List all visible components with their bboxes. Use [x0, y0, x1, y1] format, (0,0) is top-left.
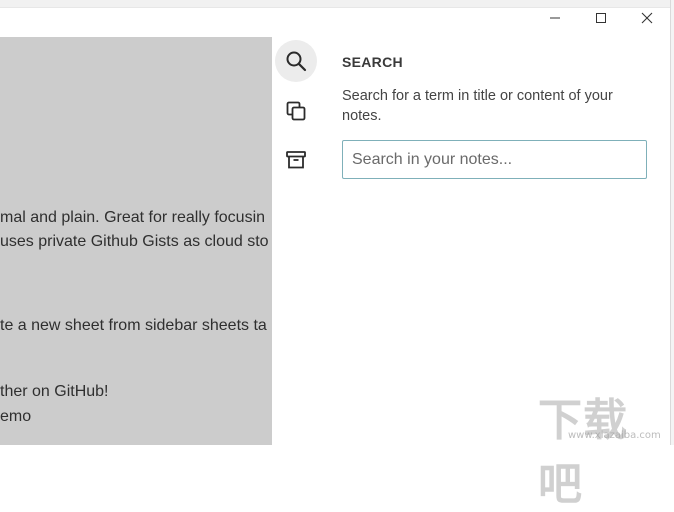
- editor-line: mal and plain. Great for really focusin: [0, 209, 266, 226]
- maximize-icon: [596, 13, 606, 23]
- title-bar: [0, 0, 674, 37]
- close-button[interactable]: [624, 6, 670, 30]
- copy-icon: [286, 101, 306, 121]
- archive-icon: [286, 151, 306, 169]
- sidebar-item-archive[interactable]: [275, 139, 317, 181]
- window-right-border: [670, 0, 674, 445]
- sidebar-item-sheets[interactable]: [275, 90, 317, 132]
- editor-line: te a new sheet from sidebar sheets ta: [0, 317, 267, 334]
- watermark-url: www.xiazaiba.com: [568, 430, 661, 441]
- note-editor[interactable]: mal and plain. Great for really focusin …: [0, 37, 272, 445]
- minimize-icon: [550, 17, 560, 19]
- search-input[interactable]: [342, 140, 647, 179]
- search-icon: [286, 51, 307, 72]
- editor-line: uses private Github Gists as cloud sto: [0, 233, 269, 250]
- maximize-button[interactable]: [578, 6, 624, 30]
- editor-line: emo: [0, 408, 32, 425]
- window-controls: [532, 6, 670, 30]
- search-heading: SEARCH: [342, 54, 403, 70]
- watermark: 下载吧 www.xiazaiba.com: [538, 384, 672, 510]
- editor-line: ther on GitHub!: [0, 383, 109, 400]
- close-icon: [641, 12, 653, 24]
- sidebar-item-search[interactable]: [275, 40, 317, 82]
- minimize-button[interactable]: [532, 6, 578, 30]
- search-description: Search for a term in title or content of…: [342, 88, 613, 124]
- watermark-text: 下载吧: [538, 395, 628, 510]
